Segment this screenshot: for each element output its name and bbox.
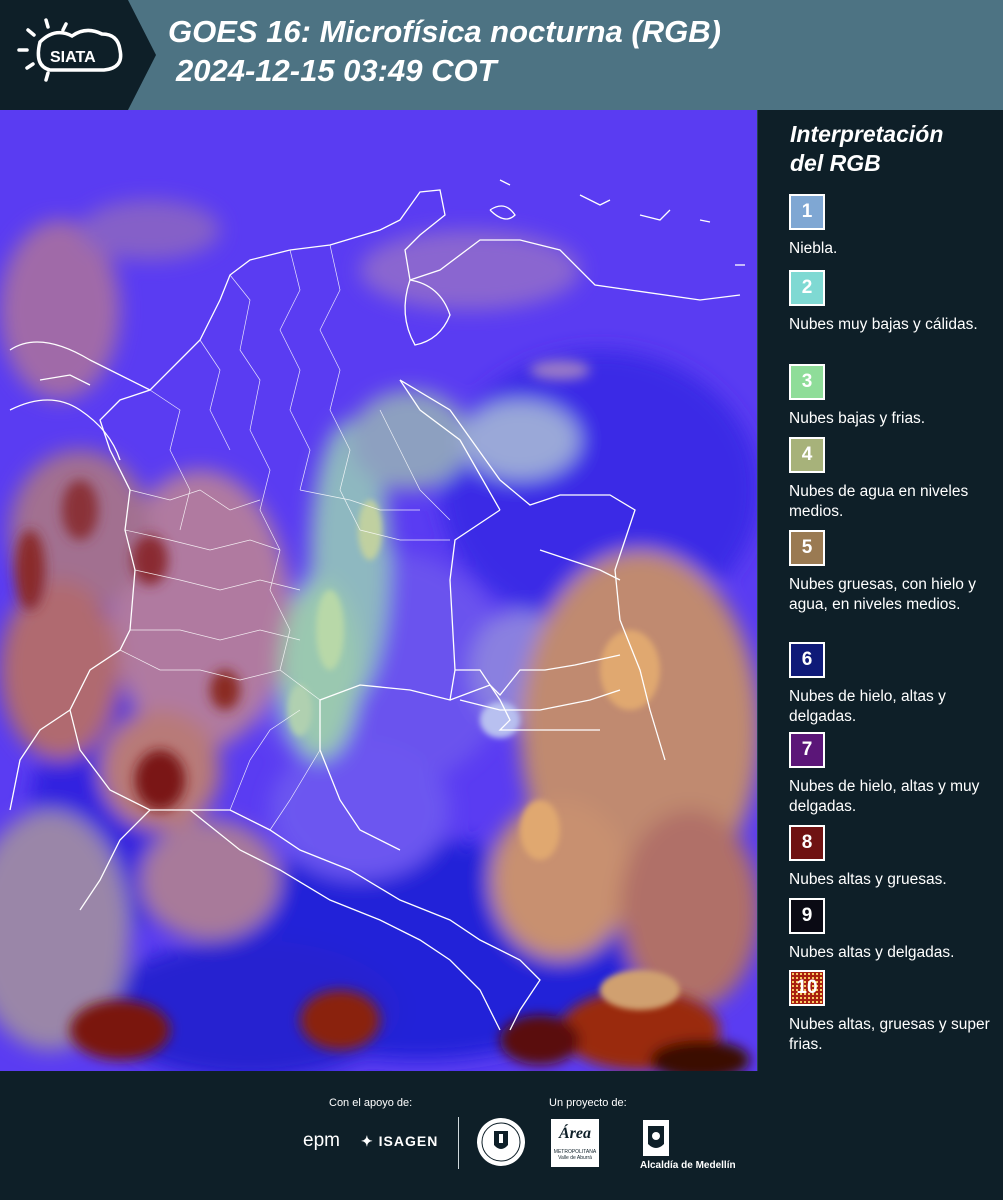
legend-label: Nubes de hielo, altas y delgadas. <box>789 688 946 725</box>
legend-label: Nubes de hielo, altas y muy delgadas. <box>789 778 980 815</box>
area-logo-text: Área <box>559 1125 591 1142</box>
legend-item: 9 Nubes altas y delgadas. <box>789 898 999 963</box>
epm-logo: epm <box>303 1130 340 1151</box>
footer: Con el apoyo de: Un proyecto de: epm ✦ I… <box>0 1071 1003 1200</box>
isagen-mark-icon: ✦ <box>361 1133 379 1149</box>
legend-swatch: 4 <box>789 437 825 473</box>
legend-swatch: 10 <box>789 970 825 1006</box>
legend-label: Nubes muy bajas y cálidas. <box>789 316 978 333</box>
legend-label: Nubes gruesas, con hielo y agua, en nive… <box>789 576 976 613</box>
footer-divider <box>458 1117 459 1169</box>
legend-panel: Interpretación del RGB 1 Niebla. 2 Nubes… <box>757 110 1003 1071</box>
city-seal-icon <box>477 1118 525 1166</box>
legend-swatch: 6 <box>789 642 825 678</box>
rgb-composite-image <box>0 110 757 1071</box>
legend-label: Niebla. <box>789 240 838 257</box>
timestamp: 2024-12-15 03:49 COT <box>176 53 497 88</box>
page: SIATA GOES 16: Microfísica nocturna (RGB… <box>0 0 1003 1200</box>
legend-item: 5 Nubes gruesas, con hielo y agua, en ni… <box>789 530 999 615</box>
legend-title-line2: del RGB <box>790 150 881 176</box>
legend-swatch: 8 <box>789 825 825 861</box>
legend-title: Interpretación del RGB <box>790 120 1000 178</box>
legend-swatch: 3 <box>789 364 825 400</box>
legend-item: 1 Niebla. <box>789 194 999 259</box>
legend-swatch: 5 <box>789 530 825 566</box>
legend-label: Nubes de agua en niveles medios. <box>789 483 969 520</box>
legend-swatch: 7 <box>789 732 825 768</box>
satellite-map <box>0 110 757 1071</box>
legend-item: 10 Nubes altas, gruesas y super frias. <box>789 970 999 1055</box>
legend-label: Nubes altas, gruesas y super frias. <box>789 1016 990 1053</box>
alcaldia-label: Alcaldía de Medellín <box>640 1160 736 1171</box>
legend-swatch: 9 <box>789 898 825 934</box>
area-logo-sub2: Valle de Aburrá <box>558 1155 592 1161</box>
legend-item: 8 Nubes altas y gruesas. <box>789 825 999 890</box>
legend-swatch: 1 <box>789 194 825 230</box>
alcaldia-shield-icon <box>643 1120 669 1156</box>
legend-item: 6 Nubes de hielo, altas y delgadas. <box>789 642 999 727</box>
isagen-text: ISAGEN <box>378 1133 439 1149</box>
legend-item: 3 Nubes bajas y frias. <box>789 364 999 429</box>
header-bar: SIATA GOES 16: Microfísica nocturna (RGB… <box>0 0 1003 110</box>
logo-text: SIATA <box>50 49 96 66</box>
project-label: Un proyecto de: <box>549 1097 627 1109</box>
isagen-logo: ✦ ISAGEN <box>361 1133 438 1150</box>
legend-swatch: 2 <box>789 270 825 306</box>
legend-item: 2 Nubes muy bajas y cálidas. <box>789 270 999 335</box>
siata-logo: SIATA <box>0 0 156 110</box>
legend-title-line1: Interpretación <box>790 121 944 147</box>
legend-label: Nubes bajas y frias. <box>789 410 926 427</box>
legend-label: Nubes altas y delgadas. <box>789 944 955 961</box>
support-label: Con el apoyo de: <box>329 1097 413 1109</box>
legend-label: Nubes altas y gruesas. <box>789 871 947 888</box>
area-metropolitana-logo: Área METROPOLITANA Valle de Aburrá <box>551 1119 599 1167</box>
legend-item: 4 Nubes de agua en niveles medios. <box>789 437 999 522</box>
legend-item: 7 Nubes de hielo, altas y muy delgadas. <box>789 732 999 817</box>
page-title: GOES 16: Microfísica nocturna (RGB) <box>168 14 721 49</box>
